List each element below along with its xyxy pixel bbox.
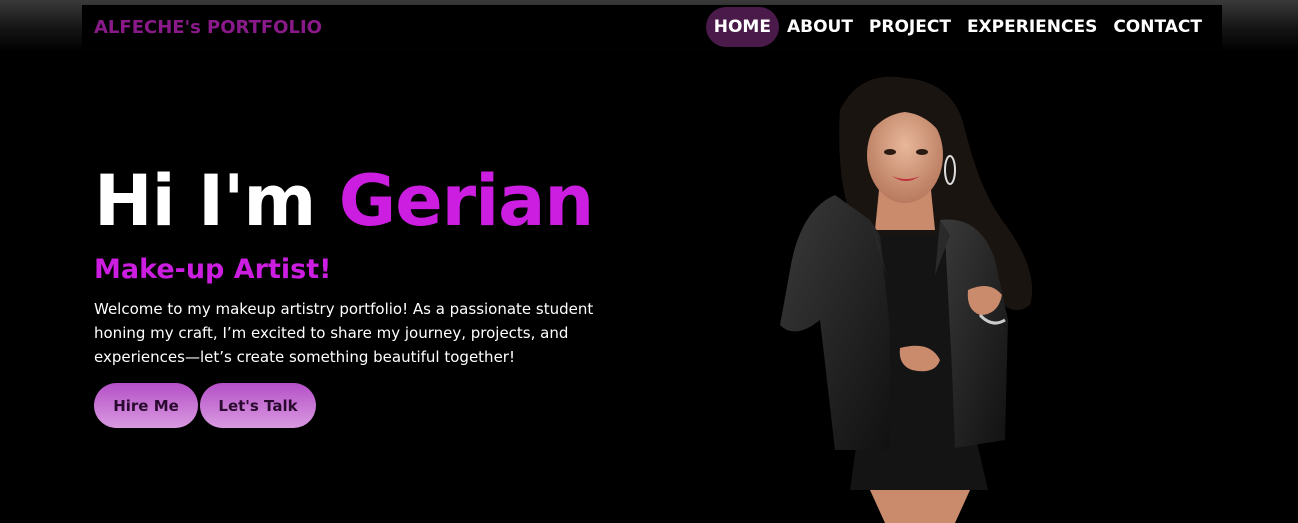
hero-description: Welcome to my makeup artistry portfolio!… bbox=[94, 300, 594, 366]
hero-greeting: Hi I'm bbox=[94, 160, 339, 242]
nav-about[interactable]: ABOUT bbox=[779, 7, 861, 47]
navbar: ALFECHE's PORTFOLIO HOME ABOUT PROJECT E… bbox=[82, 5, 1222, 49]
hire-me-button[interactable]: Hire Me bbox=[94, 383, 198, 428]
nav-home[interactable]: HOME bbox=[705, 7, 779, 47]
hero-title: Hi I'm Gerian bbox=[94, 166, 594, 236]
hero-name: Gerian bbox=[338, 160, 595, 242]
nav-links: HOME ABOUT PROJECT EXPERIENCES CONTACT bbox=[705, 7, 1210, 47]
hero-role: Make-up Artist! bbox=[94, 254, 332, 285]
nav-experiences[interactable]: EXPERIENCES bbox=[959, 7, 1105, 47]
nav-project[interactable]: PROJECT bbox=[861, 7, 959, 47]
nav-contact[interactable]: CONTACT bbox=[1105, 7, 1210, 47]
cta-buttons: Hire Me Let's Talk bbox=[94, 383, 316, 428]
brand-logo[interactable]: ALFECHE's PORTFOLIO bbox=[94, 17, 322, 38]
portfolio-page: ALFECHE's PORTFOLIO HOME ABOUT PROJECT E… bbox=[0, 0, 1298, 523]
lets-talk-button[interactable]: Let's Talk bbox=[200, 383, 316, 428]
portrait-photo bbox=[780, 76, 1033, 523]
